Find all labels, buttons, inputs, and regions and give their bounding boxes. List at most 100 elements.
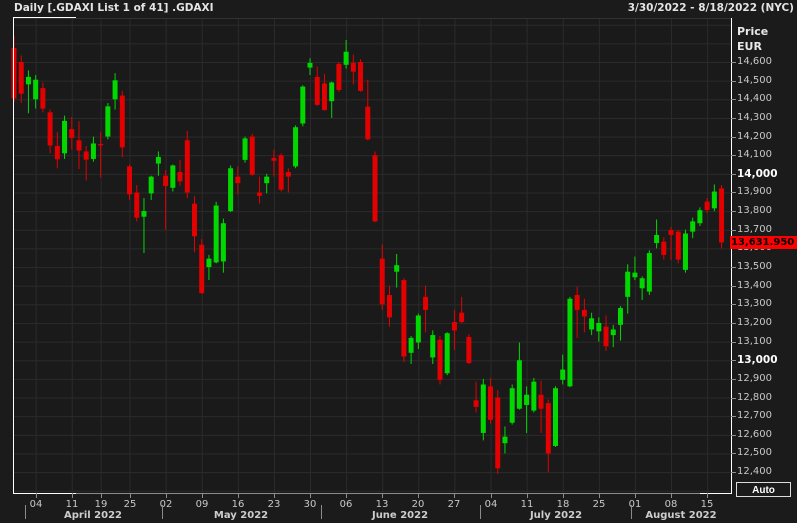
candle-body-down bbox=[119, 95, 125, 148]
price-tick-mark bbox=[731, 192, 736, 193]
month-separator bbox=[321, 505, 322, 519]
candle-body-up bbox=[141, 211, 147, 217]
v-gridline bbox=[273, 18, 275, 493]
h-gridline bbox=[14, 453, 731, 455]
candle-body-down bbox=[163, 175, 169, 186]
h-gridline bbox=[14, 490, 731, 492]
candle-body-up bbox=[502, 436, 508, 444]
candle-body-down bbox=[69, 129, 75, 138]
month-label: August 2022 bbox=[645, 510, 717, 521]
candle-body-down bbox=[271, 157, 277, 161]
time-tick-label: 11 bbox=[520, 499, 534, 510]
candle-body-up bbox=[228, 168, 234, 212]
candle-wick bbox=[273, 149, 275, 177]
v-gridline bbox=[100, 18, 102, 493]
plot-area[interactable] bbox=[11, 18, 731, 493]
h-gridline bbox=[14, 248, 731, 250]
price-tick-label: 14,000 bbox=[737, 168, 778, 180]
time-tick-label: 18 bbox=[556, 499, 570, 510]
price-tick-label: 13,700 bbox=[737, 224, 772, 235]
price-tick-mark bbox=[731, 435, 736, 436]
price-tick-mark bbox=[731, 99, 736, 100]
time-tick-label: 19 bbox=[94, 499, 108, 510]
candle-body-up bbox=[62, 120, 68, 154]
candle-body-down bbox=[321, 83, 327, 111]
candle-wick bbox=[475, 381, 477, 413]
candle-body-up bbox=[639, 278, 645, 289]
candle-body-down bbox=[379, 258, 385, 305]
month-separator bbox=[25, 505, 26, 519]
time-tick-mark bbox=[454, 493, 455, 498]
price-tick-mark bbox=[731, 398, 736, 399]
price-tick-label: 13,900 bbox=[737, 186, 772, 197]
price-tick-label: 12,900 bbox=[737, 373, 772, 384]
candle-body-up bbox=[646, 253, 652, 292]
x-axis-line bbox=[14, 493, 731, 494]
h-gridline bbox=[14, 322, 731, 324]
candle-body-down bbox=[278, 155, 284, 190]
h-gridline bbox=[14, 24, 731, 26]
candle-body-up bbox=[408, 337, 414, 353]
auto-scale-button[interactable]: Auto bbox=[736, 482, 791, 497]
candle-body-up bbox=[632, 272, 638, 278]
price-axis-title: Price bbox=[737, 25, 769, 38]
candle-wick bbox=[27, 70, 29, 114]
candle-body-up bbox=[25, 76, 31, 85]
time-tick-mark bbox=[274, 493, 275, 498]
candle-body-up bbox=[394, 265, 400, 272]
candle-body-down bbox=[235, 176, 241, 184]
month-label: May 2022 bbox=[213, 510, 269, 521]
candle-body-up bbox=[589, 318, 595, 330]
price-tick-mark bbox=[731, 230, 736, 231]
candle-body-down bbox=[40, 88, 46, 109]
plot-border-right[interactable] bbox=[731, 18, 732, 494]
v-gridline bbox=[707, 18, 709, 493]
candle-body-down bbox=[285, 171, 291, 177]
candle-body-down bbox=[177, 171, 183, 182]
plot-border-top bbox=[14, 18, 731, 19]
candle-body-up bbox=[697, 210, 703, 224]
month-separator bbox=[631, 505, 632, 519]
plot-corner-bottom-right bbox=[700, 493, 731, 494]
candle-body-up bbox=[654, 234, 660, 243]
price-tick-mark bbox=[731, 304, 736, 305]
candle-body-down bbox=[350, 62, 356, 72]
time-tick-mark bbox=[563, 493, 564, 498]
candle-wick bbox=[526, 386, 528, 433]
v-gridline bbox=[310, 18, 312, 493]
candle-body-down bbox=[466, 336, 472, 364]
price-tick-mark bbox=[731, 211, 736, 212]
h-gridline bbox=[14, 80, 731, 82]
candle-body-down bbox=[704, 201, 710, 211]
candle-wick bbox=[576, 286, 578, 338]
time-tick-mark bbox=[635, 493, 636, 498]
price-tick-label: 12,400 bbox=[737, 466, 772, 477]
h-gridline bbox=[14, 43, 731, 45]
h-gridline bbox=[14, 378, 731, 380]
time-tick-mark bbox=[491, 493, 492, 498]
date-range-label: 3/30/2022 - 8/18/2022 (NYC) bbox=[627, 2, 794, 14]
candle-body-up bbox=[105, 106, 111, 137]
plot-border-left bbox=[13, 17, 14, 494]
chart-title: Daily [.GDAXI List 1 of 41] .GDAXI bbox=[14, 2, 214, 14]
chart-window: Daily [.GDAXI List 1 of 41] .GDAXI 3/30/… bbox=[0, 0, 797, 523]
price-tick-label: 13,300 bbox=[737, 298, 772, 309]
candle-body-up bbox=[220, 223, 226, 262]
candle-body-down bbox=[127, 166, 133, 195]
candle-body-up bbox=[524, 394, 530, 405]
time-tick-label: 25 bbox=[592, 499, 606, 510]
time-tick-mark bbox=[382, 493, 383, 498]
price-tick-label: 13,800 bbox=[737, 205, 772, 216]
candle-body-up bbox=[415, 315, 421, 343]
candle-body-up bbox=[155, 157, 161, 164]
v-gridline bbox=[418, 18, 420, 493]
price-tick-mark bbox=[731, 62, 736, 63]
candle-body-down bbox=[372, 155, 378, 222]
h-gridline bbox=[14, 416, 731, 418]
candle-body-down bbox=[574, 295, 580, 310]
v-gridline bbox=[562, 18, 564, 493]
candle-body-down bbox=[98, 144, 104, 146]
candle-body-down bbox=[719, 188, 725, 243]
h-gridline bbox=[14, 472, 731, 474]
candle-body-down bbox=[423, 296, 429, 310]
